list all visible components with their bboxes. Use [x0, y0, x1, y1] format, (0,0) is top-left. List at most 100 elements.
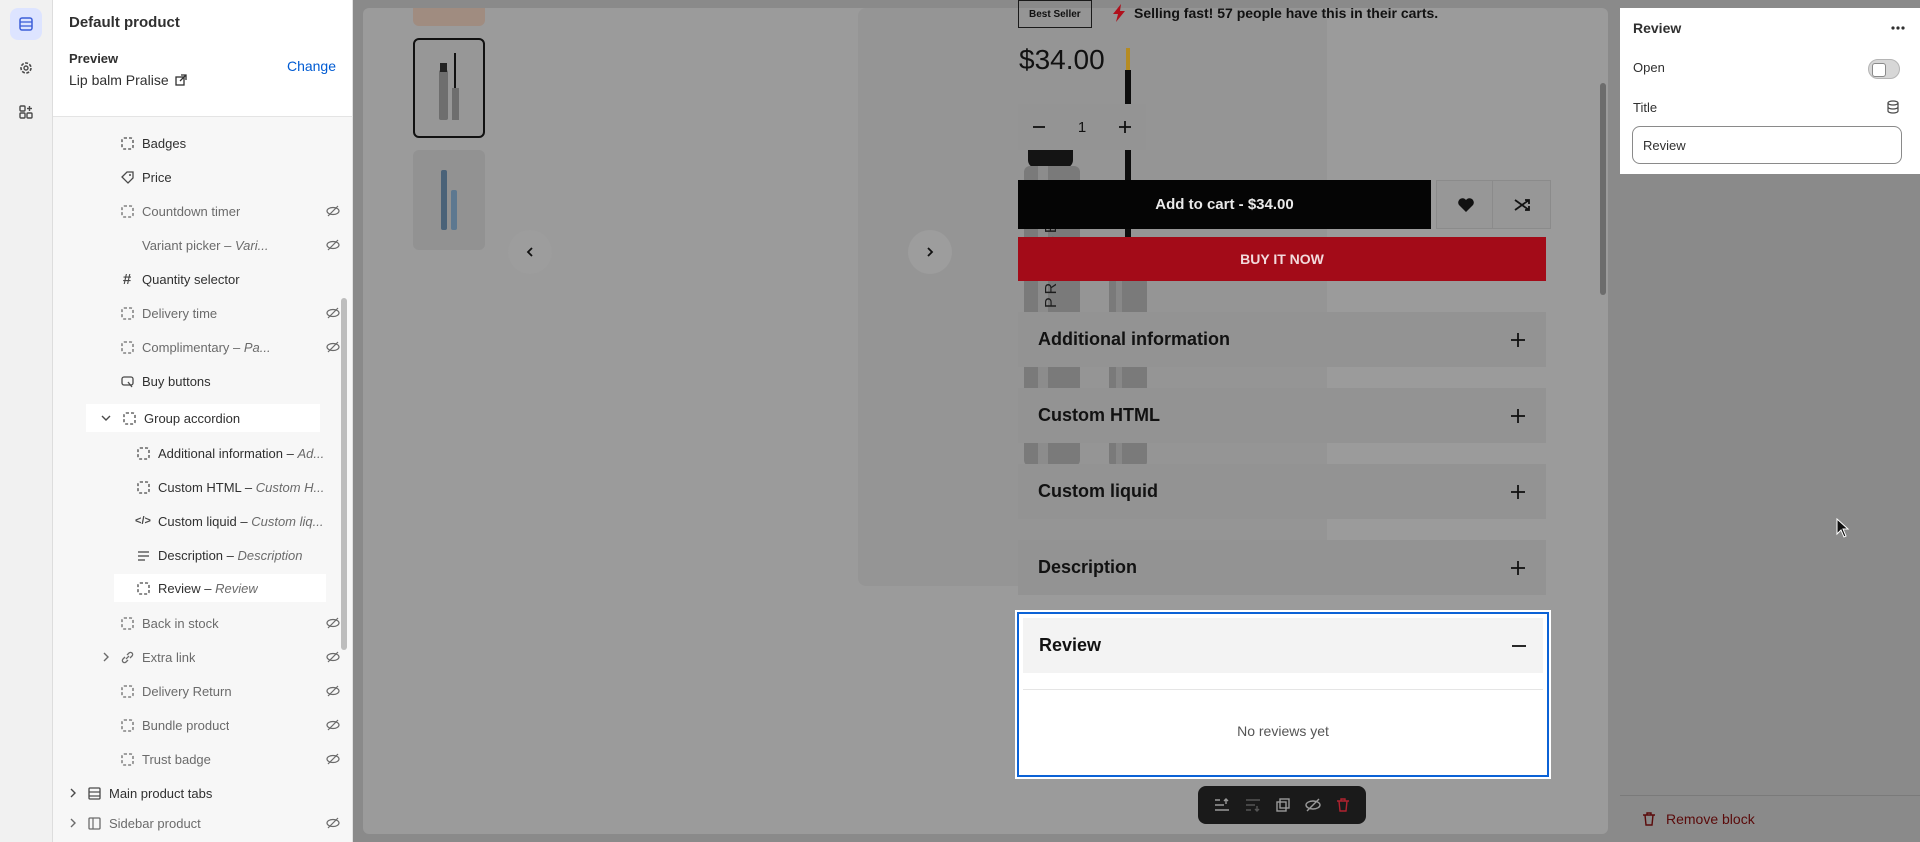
wishlist-button[interactable]: [1436, 180, 1495, 229]
tree-item-sidebar-product[interactable]: Sidebar product: [67, 809, 340, 837]
tree-item-main-product-tabs[interactable]: Main product tabs: [67, 779, 340, 807]
hidden-eye-icon[interactable]: [326, 684, 340, 698]
tree-item-extra-link[interactable]: Extra link: [100, 643, 340, 671]
gallery-prev-button[interactable]: [508, 230, 552, 274]
tree-item-quantity-selector[interactable]: # Quantity selector: [120, 265, 340, 293]
tree-item-back-in-stock[interactable]: Back in stock: [120, 609, 340, 637]
duplicate-icon[interactable]: [1276, 798, 1290, 812]
tree-item-additional-information[interactable]: Additional information – Ad...: [136, 439, 342, 467]
hidden-eye-icon[interactable]: [326, 204, 340, 218]
chevron-right-icon: [927, 247, 934, 257]
tree-item-complimentary[interactable]: Complimentary – Pa...: [120, 333, 340, 361]
hidden-eye-icon[interactable]: [326, 752, 340, 766]
tree-item-custom-html[interactable]: Custom HTML – Custom H...: [136, 473, 342, 501]
plus-icon: [1511, 332, 1525, 347]
block-dashed-icon: [120, 752, 134, 766]
hidden-eye-icon[interactable]: [326, 650, 340, 664]
shuffle-icon: [1513, 198, 1530, 211]
link-icon: [120, 650, 134, 664]
hidden-eye-icon[interactable]: [326, 306, 340, 320]
accordion-description[interactable]: Description: [1018, 540, 1546, 595]
open-setting-label: Open: [1633, 60, 1665, 75]
hide-eye-icon[interactable]: [1305, 798, 1321, 812]
tree-item-bundle-product[interactable]: Bundle product: [120, 711, 340, 739]
tree-item-buy-buttons[interactable]: Buy buttons: [120, 367, 340, 395]
quantity-value[interactable]: 1: [1078, 119, 1086, 136]
minus-icon: [1512, 644, 1526, 647]
block-dashed-icon: [120, 136, 134, 150]
block-dashed-icon: [136, 581, 150, 595]
tree-item-trust-badge[interactable]: Trust badge: [120, 745, 340, 773]
buy-it-now-button[interactable]: BUY IT NOW: [1018, 237, 1546, 281]
block-dashed-icon: [120, 204, 134, 218]
preview-product[interactable]: Lip balm Pralise: [69, 72, 336, 88]
more-actions-icon[interactable]: [1890, 20, 1906, 36]
quantity-stepper: 1: [1018, 104, 1146, 150]
gallery-next-button[interactable]: [908, 230, 952, 274]
move-up-icon[interactable]: [1214, 798, 1230, 812]
hidden-eye-icon[interactable]: [326, 238, 340, 252]
tree-item-delivery-time[interactable]: Delivery time: [120, 299, 340, 327]
sections-sidebar: Default product Preview Change Lip balm …: [53, 0, 353, 842]
tree-item-price[interactable]: Price: [120, 163, 340, 191]
add-to-cart-button[interactable]: Add to cart - $34.00: [1018, 180, 1431, 229]
settings-card: Review Open Title: [1620, 8, 1920, 174]
review-accordion-title: Review: [1039, 635, 1102, 655]
accordion-custom-liquid[interactable]: Custom liquid: [1018, 464, 1546, 519]
tree-item-delivery-return[interactable]: Delivery Return: [120, 677, 340, 705]
block-dashed-icon: [120, 616, 134, 630]
tree-item-review[interactable]: Review – Review: [114, 574, 326, 602]
compare-button[interactable]: [1492, 180, 1551, 229]
buy-button-icon: [120, 374, 134, 388]
remove-block-button[interactable]: Remove block: [1620, 795, 1920, 842]
preview-product-name: Lip balm Pralise: [69, 72, 169, 88]
chevron-left-icon: [526, 247, 533, 257]
chevron-right-icon[interactable]: [100, 651, 112, 663]
minus-icon[interactable]: [1032, 120, 1046, 134]
template-title: Default product: [69, 14, 180, 31]
gallery-thumbnail[interactable]: [413, 150, 485, 250]
plus-icon: [1511, 560, 1525, 575]
accordion-additional-information[interactable]: Additional information: [1018, 312, 1546, 367]
chevron-down-icon[interactable]: [100, 412, 112, 424]
title-input[interactable]: [1632, 126, 1902, 164]
sections-nav-button[interactable]: [10, 8, 42, 40]
open-toggle[interactable]: [1868, 59, 1900, 79]
settings-nav-button[interactable]: [10, 52, 42, 84]
tree-item-badges[interactable]: Badges: [120, 129, 340, 157]
chevron-right-icon[interactable]: [67, 817, 79, 829]
chevron-right-icon[interactable]: [67, 787, 79, 799]
trash-icon[interactable]: [1336, 798, 1350, 812]
gallery-thumbnail-active[interactable]: [413, 38, 485, 138]
move-down-icon[interactable]: [1245, 798, 1261, 812]
add-to-cart-label: Add to cart: [1155, 196, 1235, 213]
external-link-icon: [174, 74, 187, 86]
block-dashed-icon: [120, 340, 134, 354]
hidden-eye-icon[interactable]: [326, 816, 340, 830]
dynamic-source-icon[interactable]: [1886, 100, 1900, 114]
sidebar-scrollbar[interactable]: [341, 298, 347, 650]
hidden-eye-icon[interactable]: [326, 616, 340, 630]
tree-item-countdown-timer[interactable]: Countdown timer: [120, 197, 340, 225]
text-lines-icon: [136, 548, 150, 562]
block-dashed-icon: [136, 446, 150, 460]
plus-icon[interactable]: [1118, 120, 1132, 134]
accordion-custom-html[interactable]: Custom HTML: [1018, 388, 1546, 443]
review-accordion-selected[interactable]: Review No reviews yet: [1015, 610, 1551, 779]
gallery-thumbnail[interactable]: [413, 8, 485, 26]
tree-item-custom-liquid[interactable]: </> Custom liquid – Custom liq...: [135, 507, 342, 535]
review-accordion-header[interactable]: Review: [1023, 618, 1543, 673]
code-icon: </>: [135, 515, 151, 527]
block-dashed-icon: [122, 411, 136, 425]
tree-item-group-accordion[interactable]: Group accordion: [86, 404, 320, 432]
tree-item-description[interactable]: Description – Description: [136, 541, 342, 569]
apps-nav-button[interactable]: [10, 96, 42, 128]
hash-icon: #: [122, 270, 132, 288]
hidden-eye-icon[interactable]: [326, 718, 340, 732]
hidden-eye-icon[interactable]: [326, 340, 340, 354]
canvas-scrollbar[interactable]: [1600, 83, 1606, 295]
change-preview-link[interactable]: Change: [287, 58, 336, 74]
section-icon: [87, 786, 101, 800]
block-settings-panel: Review Open Title Remove block: [1620, 0, 1920, 842]
tree-item-variant-picker[interactable]: Variant picker – Vari...: [120, 231, 340, 259]
